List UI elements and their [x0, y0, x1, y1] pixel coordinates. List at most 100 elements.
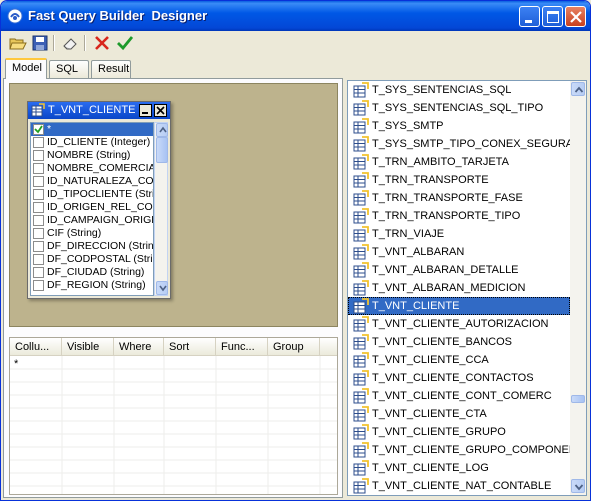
open-folder-icon[interactable] [9, 34, 27, 52]
tab-sql[interactable]: SQL [49, 60, 89, 78]
column-header[interactable]: Collu... [10, 338, 62, 356]
column-header[interactable]: Func... [216, 338, 268, 356]
table-list-label: T_VNT_CLIENTE_AUTORIZACION [372, 318, 549, 330]
field-row[interactable]: * [31, 123, 153, 136]
table-list-label: T_VNT_CLIENTE_CONTACTOS [372, 372, 534, 384]
table-list-item[interactable]: T_VNT_CLIENTE_NAT_CONTABLE [348, 477, 570, 495]
tab-model[interactable]: Model [5, 58, 47, 79]
table-list-item[interactable]: T_SYS_SENTENCIAS_SQL_TIPO [348, 99, 570, 117]
field-checkbox[interactable] [33, 228, 44, 239]
table-list-label: T_VNT_ALBARAN [372, 246, 465, 258]
table-list-item[interactable]: T_VNT_CLIENTE_AUTORIZACION [348, 315, 570, 333]
scroll-down-button[interactable] [571, 479, 585, 493]
table-list-item[interactable]: T_TRN_VIAJE [348, 225, 570, 243]
table-window-titlebar[interactable]: T_VNT_CLIENTE [28, 102, 170, 119]
field-row[interactable]: DF_REGION (String) [31, 279, 153, 292]
table-list-item[interactable]: T_VNT_ALBARAN_MEDICION [348, 279, 570, 297]
field-row[interactable]: DF_DIRECCION (Strin [31, 240, 153, 253]
table-window[interactable]: T_VNT_CLIENTE * ID_CLIENTE (Integer) NOM… [27, 101, 171, 299]
table-list-item[interactable]: T_VNT_CLIENTE_LOG [348, 459, 570, 477]
field-checkbox[interactable] [33, 163, 44, 174]
table-list-item[interactable]: T_TRN_TRANSPORTE_FASE [348, 189, 570, 207]
scroll-down-button[interactable] [156, 281, 168, 295]
column-header[interactable]: Group [268, 338, 320, 356]
table-list-item[interactable]: T_TRN_TRANSPORTE_TIPO [348, 207, 570, 225]
field-checkbox[interactable] [33, 254, 44, 265]
table-icon [353, 298, 369, 314]
column-header[interactable]: Sort [164, 338, 216, 356]
table-list-item[interactable]: T_SYS_SMTP_TIPO_CONEX_SEGURA [348, 135, 573, 153]
table-list-item[interactable]: T_VNT_CLIENTE_GRUPO [348, 423, 570, 441]
field-checkbox[interactable] [33, 215, 44, 226]
table-list-item[interactable]: T_VNT_CLIENTE_CONT_COMERC [348, 387, 570, 405]
minimize-button[interactable] [519, 6, 540, 27]
field-label: NOMBRE_COMERCIAL [47, 162, 154, 174]
field-checkbox[interactable] [33, 137, 44, 148]
grid-cell[interactable]: * [14, 358, 18, 370]
field-row[interactable]: NOMBRE (String) [31, 149, 153, 162]
field-checkbox[interactable] [33, 267, 44, 278]
design-canvas[interactable]: T_VNT_CLIENTE * ID_CLIENTE (Integer) NOM… [9, 83, 338, 327]
query-grid[interactable]: Collu... Visible Where Sort Func... Grou… [9, 337, 338, 495]
table-icon [353, 352, 369, 368]
close-button[interactable] [565, 6, 586, 27]
field-row[interactable]: DF_CODPOSTAL (Strin [31, 253, 153, 266]
table-list-item[interactable]: T_VNT_CLIENTE [348, 297, 570, 315]
field-row[interactable]: DF_CIUDAD (String) [31, 266, 153, 279]
table-list-label: T_TRN_VIAJE [372, 228, 445, 240]
column-header[interactable]: Where [114, 338, 164, 356]
tab-result[interactable]: Result [91, 60, 131, 78]
table-list-item[interactable]: T_TRN_TRANSPORTE [348, 171, 570, 189]
table-icon [353, 244, 369, 260]
field-row[interactable]: ID_CLIENTE (Integer) [31, 136, 153, 149]
field-checkbox[interactable] [33, 241, 44, 252]
table-list-item[interactable]: T_VNT_ALBARAN_DETALLE [348, 261, 570, 279]
table-list-item[interactable]: T_VNT_CLIENTE_GRUPO_COMPONENTE [348, 441, 586, 459]
field-checkbox[interactable] [33, 150, 44, 161]
tab-strip: Model SQL Result [3, 58, 343, 79]
table-list-item[interactable]: T_SYS_SMTP [348, 117, 570, 135]
eraser-icon[interactable] [61, 34, 79, 52]
table-list-item[interactable]: T_VNT_CLIENTE_CONTACTOS [348, 369, 570, 387]
table-list-label: T_VNT_CLIENTE_CTA [372, 408, 487, 420]
field-checkbox[interactable] [33, 280, 44, 291]
toolbar [1, 31, 590, 55]
scroll-thumb[interactable] [156, 137, 168, 163]
field-row[interactable]: CIF (String) [31, 227, 153, 240]
title-bar[interactable]: Fast Query Builder Designer [1, 1, 590, 31]
save-disk-icon[interactable] [31, 34, 49, 52]
table-list-item[interactable]: T_SYS_SENTENCIAS_SQL [348, 81, 570, 99]
field-row[interactable]: ID_NATURALEZA_COI [31, 175, 153, 188]
red-x-icon[interactable] [93, 34, 111, 52]
table-list-label: T_VNT_CLIENTE_CONT_COMERC [372, 390, 552, 402]
field-row[interactable]: ID_TIPOCLIENTE (Stri [31, 188, 153, 201]
maximize-button[interactable] [542, 6, 563, 27]
scroll-up-button[interactable] [571, 82, 585, 96]
field-row[interactable]: ID_CAMPAIGN_ORIGE [31, 214, 153, 227]
scroll-thumb[interactable] [571, 395, 585, 403]
table-minimize-button[interactable] [139, 104, 152, 117]
table-list-item[interactable]: T_VNT_CLIENTE_CCA [348, 351, 570, 369]
table-list-label: T_SYS_SMTP [372, 120, 444, 132]
field-checkbox[interactable] [33, 189, 44, 200]
table-list-item[interactable]: T_VNT_CLIENTE_BANCOS [348, 333, 570, 351]
table-list-item[interactable]: T_VNT_CLIENTE_CTA [348, 405, 570, 423]
field-row[interactable]: NOMBRE_COMERCIAL [31, 162, 153, 175]
column-header[interactable]: Visible [62, 338, 114, 356]
table-list[interactable]: T_SYS_SENTENCIAS_SQL T_SYS_SENTENCIAS_SQL… [348, 81, 586, 495]
scroll-up-button[interactable] [156, 123, 168, 137]
table-list-item[interactable]: T_TRN_AMBITO_TARJETA [348, 153, 570, 171]
field-label: ID_CLIENTE (Integer) [47, 136, 151, 148]
table-list-label: T_VNT_ALBARAN_MEDICION [372, 282, 526, 294]
field-checkbox[interactable] [33, 124, 44, 135]
grid-cells [10, 356, 337, 494]
field-checkbox[interactable] [33, 202, 44, 213]
field-checkbox[interactable] [33, 176, 44, 187]
green-check-icon[interactable] [116, 34, 134, 52]
table-list-scrollbar[interactable] [570, 81, 586, 495]
table-close-button[interactable] [154, 104, 167, 117]
table-list-item[interactable]: T_VNT_ALBARAN [348, 243, 570, 261]
field-row[interactable]: ID_ORIGEN_REL_CON [31, 201, 153, 214]
field-list-scrollbar[interactable] [154, 122, 168, 296]
field-list[interactable]: * ID_CLIENTE (Integer) NOMBRE (String) N… [30, 122, 154, 296]
